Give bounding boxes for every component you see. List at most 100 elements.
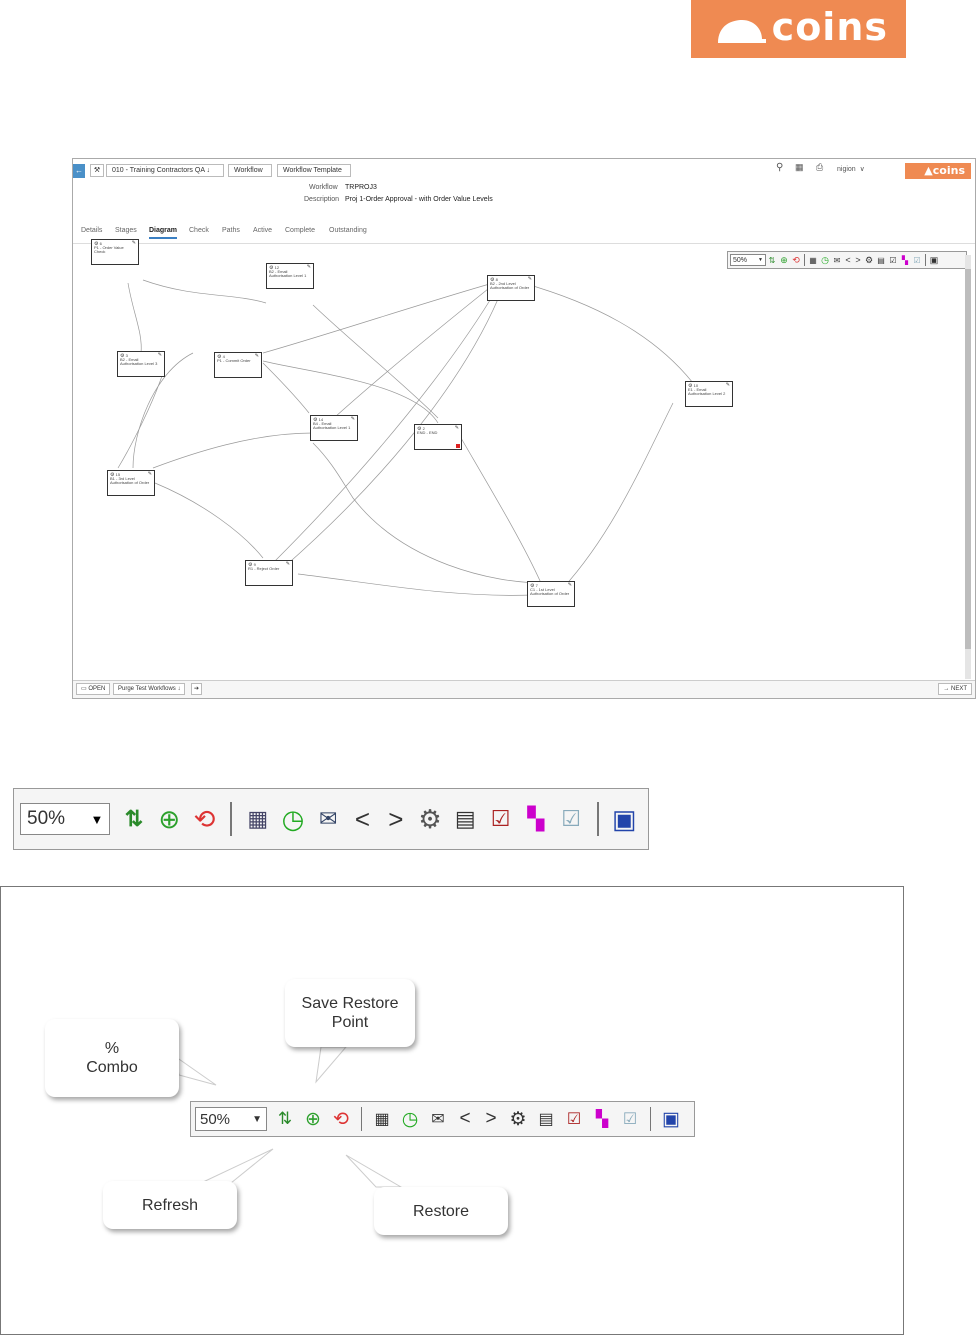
callout-save-restore-text: Save Restore Point (301, 995, 399, 1031)
clock-icon[interactable]: ◷ (275, 804, 310, 835)
coins-logo: coins (691, 0, 906, 58)
node-title: B2 - 2nd Level Authorisation of Order (490, 281, 530, 290)
user-menu[interactable]: nigion ∨ (837, 165, 865, 173)
edit-icon[interactable]: ✎ (726, 383, 730, 388)
print-icon[interactable]: ⎙ (816, 162, 823, 173)
node-end[interactable]: ⚙ 2 ✎ END - END (414, 424, 462, 450)
tab-details[interactable]: Details (81, 227, 102, 234)
mail-icon[interactable]: ✉ (311, 806, 346, 832)
tab-complete[interactable]: Complete (285, 227, 315, 234)
checkbox-icon[interactable]: ☑ (553, 806, 588, 832)
workflow-value: TRPROJ3 (345, 184, 377, 191)
monitor-icon[interactable]: ▣ (607, 804, 642, 835)
node-title: B4 - Email Authorisation Level 1 (313, 421, 351, 430)
edit-icon[interactable]: ✎ (132, 241, 136, 246)
edit-icon[interactable]: ✎ (255, 354, 259, 359)
edit-icon[interactable]: ✎ (528, 277, 532, 282)
calculator-icon[interactable]: ▤ (448, 806, 483, 832)
purge-button[interactable]: Purge Test Workflows ↓ (113, 683, 186, 695)
clipboard-icon[interactable]: ☑ (483, 806, 518, 832)
back-button[interactable]: ← (73, 164, 85, 178)
callout-refresh-text: Refresh (141, 1196, 199, 1214)
edit-icon[interactable]: ✎ (351, 417, 355, 422)
callout-pointers (175, 1046, 403, 1188)
node-title: B2 - Email Authorisation Level 3 (120, 357, 158, 366)
node-title: P1 - Order Value Check (94, 245, 124, 254)
open-label: OPEN (88, 686, 106, 692)
node-b2-2nd-level[interactable]: ⚙ 8 ✎ B2 - 2nd Level Authorisation of Orde… (487, 275, 535, 301)
node-c1-1st-level[interactable]: ⚙ 7 ✎ C1 - 1st Level Authorisation of Orde… (527, 581, 575, 607)
scroll-thumb[interactable] (965, 269, 971, 649)
next-label: NEXT (950, 686, 967, 692)
edit-icon[interactable]: ✎ (568, 583, 572, 588)
node-b1-3rd-level[interactable]: ⚙ 15 ✎ B1 - 3rd Level Authorisation of Ord… (107, 470, 155, 496)
separator (596, 802, 599, 836)
zoom-value: 50% (27, 808, 66, 829)
go-icon[interactable]: ➔ (191, 683, 203, 695)
breadcrumb-label: 010 - Training Contractors QA (112, 167, 205, 174)
breadcrumb-template[interactable]: Workflow Template (277, 164, 351, 177)
node-title: B2 - Email Authorisation Level 1 (269, 269, 307, 278)
node-commit-order[interactable]: ⚙ 4 ✎ P1 - Commit Order (214, 352, 262, 378)
wrench-icon[interactable]: ⚒ (90, 164, 104, 177)
node-title: P1 - Commit Order (217, 358, 251, 363)
bottom-bar: ▭ OPEN Purge Test Workflows ↓ ➔ → NEXT (73, 680, 975, 698)
calendar-icon[interactable]: ▦ (240, 806, 275, 832)
open-button[interactable]: ▭ OPEN (76, 683, 111, 695)
node-e1-level2[interactable]: ⚙ 10 ✎ E1 - Email Authorisation Level 2 (685, 381, 733, 407)
tab-check[interactable]: Check (189, 227, 209, 234)
add-icon[interactable]: ⊕ (152, 804, 187, 835)
breadcrumb-company[interactable]: 010 - Training Contractors QA ↓ (106, 164, 224, 177)
tab-paths[interactable]: Paths (222, 227, 240, 234)
arrow-right-icon[interactable]: > (379, 804, 412, 835)
app-window: ← ⚒ 010 - Training Contractors QA ↓ Work… (72, 158, 976, 699)
tab-active[interactable]: Active (253, 227, 272, 234)
node-order-value-check[interactable]: ⚙ 6 ✎ P1 - Order Value Check (91, 239, 139, 265)
node-b2-level1[interactable]: ⚙ 12 ✎ B2 - Email Authorisation Level 1 (266, 263, 314, 289)
separator (230, 802, 233, 836)
tab-diagram[interactable]: Diagram (149, 227, 178, 239)
purge-label: Purge Test Workflows (118, 686, 176, 692)
callout-combo-text: % Combo (86, 1040, 138, 1076)
workflow-diagram (117, 279, 694, 596)
user-name: nigion (837, 166, 856, 173)
diagram-toolbar: 50% ▼ ⇅ ⊕ ⟲ ▦ ◷ ✉ < > ⚙ ▤ ☑ ▚ ☑ ▣ (13, 788, 649, 850)
search-icon[interactable]: ⚲ (776, 162, 783, 173)
node-reject-order[interactable]: ⚙ 9 ✎ R1 - Reject Order (245, 560, 293, 586)
top-bar: ← ⚒ 010 - Training Contractors QA ↓ Work… (73, 159, 975, 183)
mini-logo: ▲coins (905, 163, 971, 179)
callout-restore: Restore (374, 1187, 508, 1235)
node-b4-level1[interactable]: ⚙ 14 ✎ B4 - Email Authorisation Level 1 (310, 415, 358, 441)
node-b2-level3[interactable]: ⚙ 3 ✎ B2 - Email Authorisation Level 3 (117, 351, 165, 377)
node-title: C1 - 1st Level Authorisation of Order (530, 587, 570, 596)
edit-icon[interactable]: ✎ (158, 353, 162, 358)
refresh-icon[interactable]: ⇅ (116, 806, 151, 832)
annotation-panel: 50% ▼ ⇅ ⊕ ⟲ ▦ ◷ ✉ < > ⚙ ▤ ☑ ▚ ☑ ▣ % Combo… (0, 886, 904, 1335)
edit-icon[interactable]: ✎ (286, 562, 290, 567)
restore-icon[interactable]: ⟲ (187, 804, 222, 835)
callout-restore-text: Restore (412, 1202, 470, 1220)
arrow-left-icon[interactable]: < (346, 804, 379, 835)
tab-outstanding[interactable]: Outstanding (329, 227, 367, 234)
apps-grid-icon[interactable]: ▦ (795, 162, 804, 173)
callout-refresh: Refresh (103, 1181, 237, 1229)
zoom-combo[interactable]: 50% ▼ (20, 803, 111, 835)
edit-icon[interactable]: ✎ (455, 426, 459, 431)
end-marker (456, 444, 460, 448)
gear-icon[interactable]: ⚙ (412, 804, 447, 835)
workflow-label: Workflow (309, 184, 338, 191)
callout-combo: % Combo (45, 1019, 179, 1097)
node-title: R1 - Reject Order (248, 566, 280, 571)
edit-icon[interactable]: ✎ (148, 472, 152, 477)
helmet-icon (717, 20, 766, 43)
edit-icon[interactable]: ✎ (307, 265, 311, 270)
node-title: E1 - Email Authorisation Level 2 (688, 387, 726, 396)
next-button[interactable]: → NEXT (938, 683, 972, 695)
tab-stages[interactable]: Stages (115, 227, 137, 234)
node-title: B1 - 3rd Level Authorisation of Order (110, 476, 150, 485)
logo-text: coins (771, 5, 888, 49)
breadcrumb-workflow[interactable]: Workflow (228, 164, 272, 177)
node-title: END - END (417, 430, 438, 435)
hierarchy-icon[interactable]: ▚ (518, 806, 553, 832)
callout-save-restore: Save Restore Point (285, 979, 415, 1047)
